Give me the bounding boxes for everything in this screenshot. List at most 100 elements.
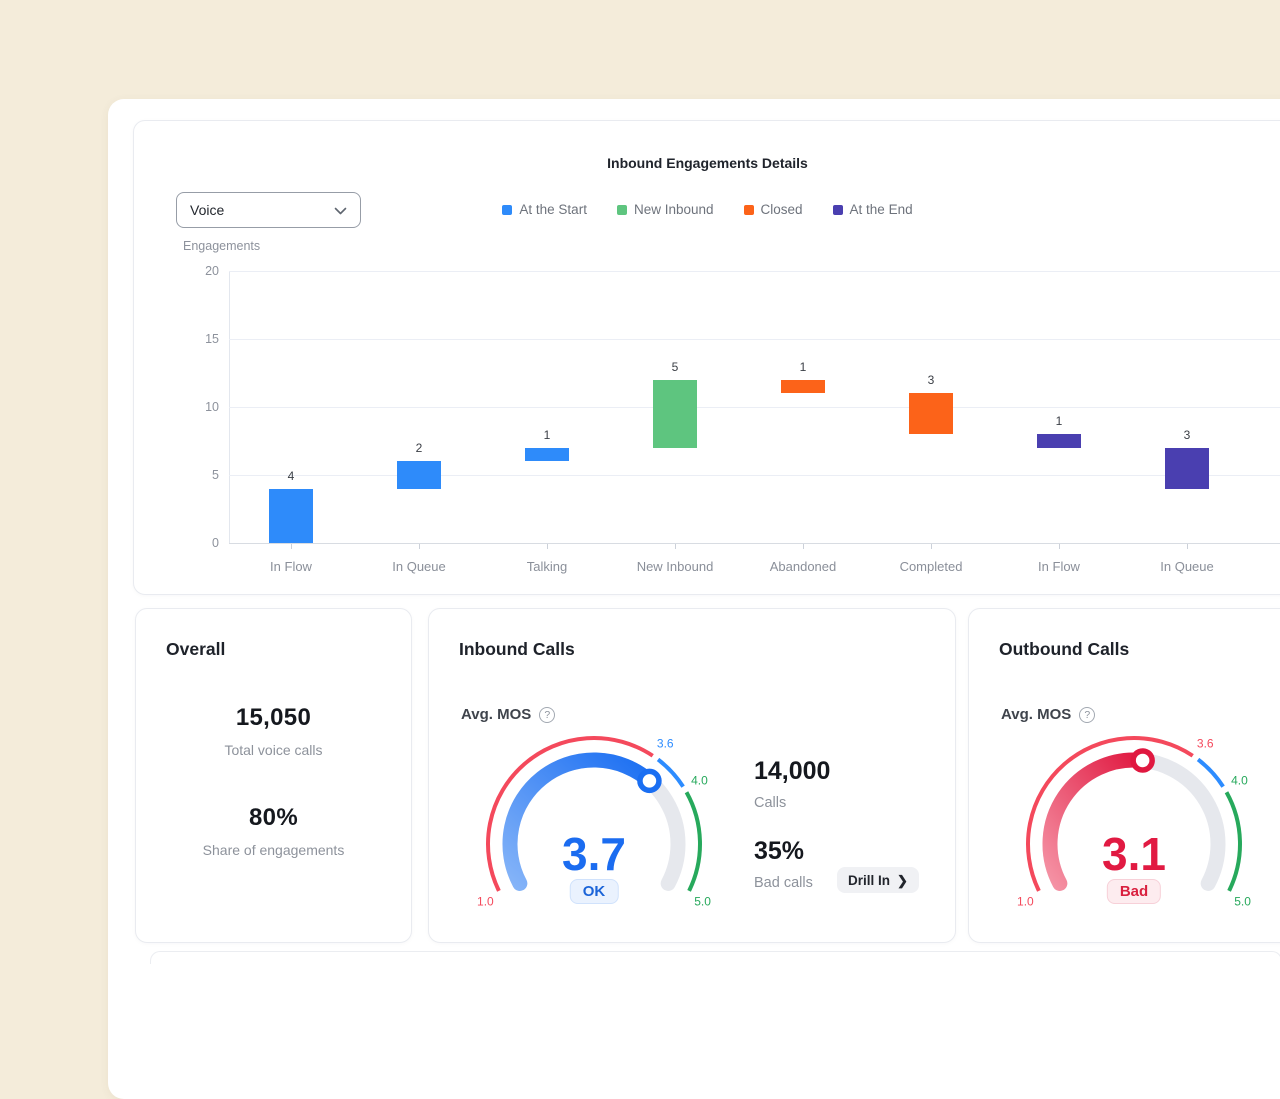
x-category-label: In Flow [231, 559, 351, 574]
gauge-tick-label: 1.0 [477, 895, 494, 909]
gridline [229, 475, 1280, 476]
legend-swatch [502, 205, 512, 215]
gauge-tick-label: 4.0 [691, 774, 708, 788]
share-of-engagements-metric: 80% Share of engagements [136, 804, 411, 858]
chevron-right-icon: ❯ [897, 874, 908, 887]
bar-value-label: 3 [1157, 428, 1217, 442]
gauge-status-badge: Bad [1107, 879, 1161, 904]
legend-label: Closed [761, 202, 803, 217]
x-axis-tick [419, 544, 420, 549]
legend-label: At the Start [519, 202, 587, 217]
bad-calls-percent: 35% [754, 837, 804, 866]
bar-value-label: 1 [1029, 414, 1089, 428]
waterfall-chart-plot: 051015204In Flow2In Queue1Talking5New In… [134, 271, 1280, 543]
gauge-tick-label: 4.0 [1231, 774, 1248, 788]
x-category-label: Completed [871, 559, 991, 574]
legend-label: New Inbound [634, 202, 714, 217]
x-category-label: In Queue [1127, 559, 1247, 574]
chart-legend: At the Start New Inbound Closed At the End [134, 202, 1280, 217]
chart-title: Inbound Engagements Details [134, 155, 1280, 171]
outbound-avg-mos-label: Avg. MOS ? [1001, 706, 1095, 723]
legend-swatch [617, 205, 627, 215]
bad-calls-label: Bad calls [754, 875, 813, 891]
x-category-label: Talking [487, 559, 607, 574]
inbound-avg-mos-label: Avg. MOS ? [461, 706, 555, 723]
y-tick-label: 0 [184, 536, 219, 550]
legend-swatch [744, 205, 754, 215]
legend-label: At the End [850, 202, 913, 217]
avg-mos-text: Avg. MOS [1001, 706, 1071, 723]
next-row-card-edge [150, 951, 1280, 964]
y-tick-label: 10 [184, 400, 219, 414]
outbound-calls-title: Outbound Calls [999, 639, 1129, 660]
y-tick-label: 15 [184, 332, 219, 346]
bar-completed[interactable] [909, 393, 953, 434]
bar-talking[interactable] [525, 448, 569, 462]
x-category-label: In Flow [999, 559, 1119, 574]
help-icon[interactable]: ? [1079, 707, 1095, 723]
total-voice-calls-label: Total voice calls [136, 742, 411, 758]
x-axis-tick [547, 544, 548, 549]
y-axis-title: Engagements [183, 239, 260, 253]
legend-item-closed[interactable]: Closed [744, 202, 803, 217]
share-of-engagements-value: 80% [136, 804, 411, 832]
legend-item-at-the-start[interactable]: At the Start [502, 202, 587, 217]
gauge-knob[interactable] [640, 771, 659, 790]
x-category-label: Abandoned [743, 559, 863, 574]
x-axis-tick [803, 544, 804, 549]
inbound-calls-card: Inbound Calls Avg. MOS ? 1.0 3.6 4.0 5.0 3.7… [428, 608, 956, 943]
gauge-segment [687, 792, 700, 891]
gridline [229, 407, 1280, 408]
outbound-calls-card: Outbound Calls Avg. MOS ? 1.0 3.6 4.0 5.0 3.… [968, 608, 1280, 943]
gauge-tick-label: 5.0 [1234, 895, 1251, 909]
inbound-calls-count-label: Calls [754, 795, 786, 811]
x-axis-tick [1059, 544, 1060, 549]
drill-in-button[interactable]: Drill In ❯ [837, 867, 919, 893]
x-axis-tick [675, 544, 676, 549]
gridline [229, 271, 1280, 272]
help-icon[interactable]: ? [539, 707, 555, 723]
outbound-mos-gauge: 1.0 3.6 4.0 5.0 3.1Bad [994, 734, 1274, 919]
share-of-engagements-label: Share of engagements [136, 842, 411, 858]
gauge-value: 3.1 [1102, 828, 1166, 880]
legend-swatch [833, 205, 843, 215]
gauge-tick-label: 3.6 [657, 737, 674, 751]
bar-value-label: 2 [389, 441, 449, 455]
inbound-calls-count: 14,000 [754, 757, 830, 786]
gauge-tick-label: 3.6 [1197, 737, 1214, 751]
bar-new-inbound[interactable] [653, 380, 697, 448]
x-axis-tick [291, 544, 292, 549]
x-category-label: New Inbound [615, 559, 735, 574]
x-axis-line [229, 543, 1280, 544]
gauge-tick-label: 5.0 [694, 895, 711, 909]
gauge-segment [1227, 792, 1240, 891]
overall-card: Overall 15,050 Total voice calls 80% Sha… [135, 608, 412, 943]
y-tick-label: 20 [184, 264, 219, 278]
x-axis-tick [1187, 544, 1188, 549]
bar-value-label: 4 [261, 469, 321, 483]
bar-in-queue[interactable] [397, 461, 441, 488]
legend-item-new-inbound[interactable]: New Inbound [617, 202, 714, 217]
total-voice-calls-metric: 15,050 Total voice calls [136, 704, 411, 758]
inbound-engagements-card: Inbound Engagements Details Voice At the… [133, 120, 1280, 595]
drill-in-label: Drill In [848, 873, 890, 888]
gauge-tick-label: 1.0 [1017, 895, 1034, 909]
gauge-value: 3.7 [562, 828, 626, 880]
overall-card-title: Overall [166, 639, 225, 660]
gauge-knob[interactable] [1133, 751, 1152, 770]
bar-in-flow[interactable] [1037, 434, 1081, 448]
bar-value-label: 1 [773, 360, 833, 374]
bar-in-flow[interactable] [269, 489, 313, 543]
legend-item-at-the-end[interactable]: At the End [833, 202, 913, 217]
inbound-calls-title: Inbound Calls [459, 639, 575, 660]
bar-in-queue[interactable] [1165, 448, 1209, 489]
bar-abandoned[interactable] [781, 380, 825, 394]
x-category-label: In Queue [359, 559, 479, 574]
x-axis-tick [931, 544, 932, 549]
bar-value-label: 5 [645, 360, 705, 374]
bar-value-label: 1 [517, 428, 577, 442]
total-voice-calls-value: 15,050 [136, 704, 411, 732]
gridline [229, 339, 1280, 340]
inbound-mos-gauge: 1.03.64.05.03.7OK [454, 734, 734, 919]
y-tick-label: 5 [184, 468, 219, 482]
